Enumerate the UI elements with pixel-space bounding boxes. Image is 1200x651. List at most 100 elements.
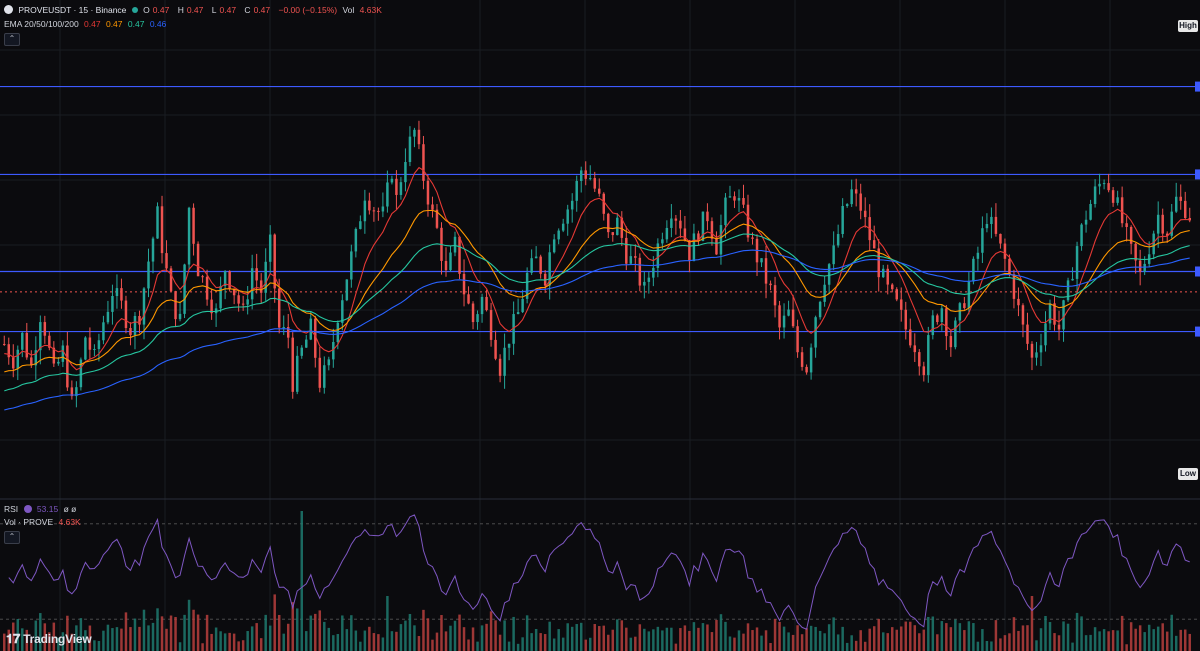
candle-body: [534, 256, 538, 259]
volume-bar: [1107, 631, 1110, 651]
price-chart[interactable]: [0, 0, 1200, 651]
candle-body: [1174, 196, 1178, 212]
candle-body: [1183, 200, 1187, 218]
price-level-handle: [1195, 169, 1200, 180]
candle-body: [733, 196, 736, 201]
brand-name: TradingView: [23, 632, 92, 646]
volume-bar: [967, 621, 971, 651]
candle-body: [507, 343, 511, 348]
volume-bar: [976, 641, 980, 651]
candle-body: [201, 276, 204, 278]
volume-bar: [1080, 616, 1083, 651]
volume-bar: [1143, 632, 1146, 651]
volume-bar: [268, 625, 272, 651]
volume-bar: [277, 614, 281, 651]
volume-bar: [435, 632, 439, 651]
horizontal-levels[interactable]: [0, 81, 1200, 337]
volume-bar: [827, 624, 831, 651]
candle-body: [142, 288, 146, 325]
volume-bar: [1161, 623, 1164, 651]
candle-body: [133, 315, 137, 336]
volume-bar: [1044, 615, 1047, 651]
volume-bar: [886, 633, 889, 651]
collapse-indicators-button[interactable]: ⌃: [4, 531, 20, 544]
volume-legend[interactable]: Vol · PROVE 4.63K: [4, 516, 84, 528]
volume-bar: [368, 626, 371, 651]
candle-body: [147, 261, 150, 289]
volume-bar: [760, 635, 763, 651]
volume-bar: [129, 627, 132, 651]
candle-body: [1080, 224, 1083, 247]
volume-bar: [1116, 630, 1119, 651]
volume-bar: [381, 637, 385, 651]
candle-body: [999, 233, 1002, 244]
volume-bar: [286, 623, 290, 651]
candle-body: [931, 315, 935, 336]
symbol-legend: PROVEUSDT · 15 · Binance O 0.47 H 0.47 L 0.…: [4, 4, 388, 16]
rsi-legend[interactable]: RSI 53.15 ø ø: [4, 503, 79, 515]
volume-bar: [769, 642, 772, 651]
candle-body: [954, 320, 957, 348]
volume-bar: [643, 628, 646, 651]
volume-bar: [881, 632, 885, 651]
open-value: 0.47: [152, 5, 170, 15]
candle-body: [1098, 183, 1101, 187]
price-level-handle: [1195, 81, 1200, 92]
volume-bar: [787, 632, 790, 651]
candle-body: [192, 207, 195, 244]
candle-body: [751, 237, 754, 239]
candle-body: [710, 221, 714, 239]
ema-line-200: [4, 249, 1190, 411]
collapse-legend-button[interactable]: ⌃: [4, 33, 20, 46]
volume-bar: [1152, 629, 1155, 651]
volume-bar: [548, 621, 551, 651]
ema-legend[interactable]: EMA 20/50/100/200 0.47 0.47 0.47 0.46: [4, 18, 169, 30]
tradingview-logo[interactable]: 𝟏𝟕 TradingView: [6, 631, 92, 647]
candle-body: [728, 196, 732, 198]
symbol-title[interactable]: PROVEUSDT · 15 · Binance: [18, 5, 126, 15]
tradingview-icon: 𝟏𝟕: [6, 631, 21, 646]
candle-body: [467, 294, 470, 304]
volume-bar: [1039, 628, 1043, 651]
candle-body: [277, 288, 281, 328]
volume-bar: [1156, 626, 1160, 651]
volume-bar: [422, 609, 425, 651]
volume-bar: [854, 640, 858, 651]
candle-body: [967, 281, 971, 309]
candle-body: [174, 291, 177, 320]
volume-bar: [638, 624, 642, 651]
ema200-value: 0.46: [149, 19, 167, 29]
volume-bar: [111, 628, 114, 651]
volume-legend-value: 4.63K: [58, 517, 81, 527]
ema50-value: 0.47: [105, 19, 123, 29]
volume-bar: [350, 615, 353, 651]
candle-body: [268, 234, 272, 262]
volume-bar: [782, 626, 786, 651]
candle-body: [881, 268, 885, 278]
volume-bar: [458, 614, 461, 651]
candle-body: [900, 299, 903, 310]
candle-body: [323, 365, 326, 388]
candle-body: [1062, 300, 1065, 330]
candle-body: [476, 314, 479, 323]
volume-bar: [187, 599, 191, 651]
candle-body: [305, 339, 308, 348]
candle-body: [237, 295, 240, 304]
pane-separator[interactable]: [0, 498, 1200, 620]
candle-body: [1138, 260, 1142, 272]
volume-bar: [115, 627, 119, 651]
volume-bar: [1017, 630, 1020, 651]
volume-bar: [665, 627, 669, 651]
ema-label: EMA 20/50/100/200: [4, 19, 79, 29]
ema-line-100: [4, 233, 1190, 392]
volume-bar: [525, 615, 529, 651]
candle-body: [1071, 278, 1074, 281]
volume-bar: [426, 618, 430, 651]
candle-body: [918, 352, 921, 367]
candle-body: [169, 268, 173, 292]
close-value: 0.47: [253, 5, 271, 15]
volume-bar: [1174, 635, 1178, 651]
volume-bar: [1035, 640, 1038, 651]
volume-bar: [124, 612, 128, 651]
candle-body: [552, 239, 556, 253]
